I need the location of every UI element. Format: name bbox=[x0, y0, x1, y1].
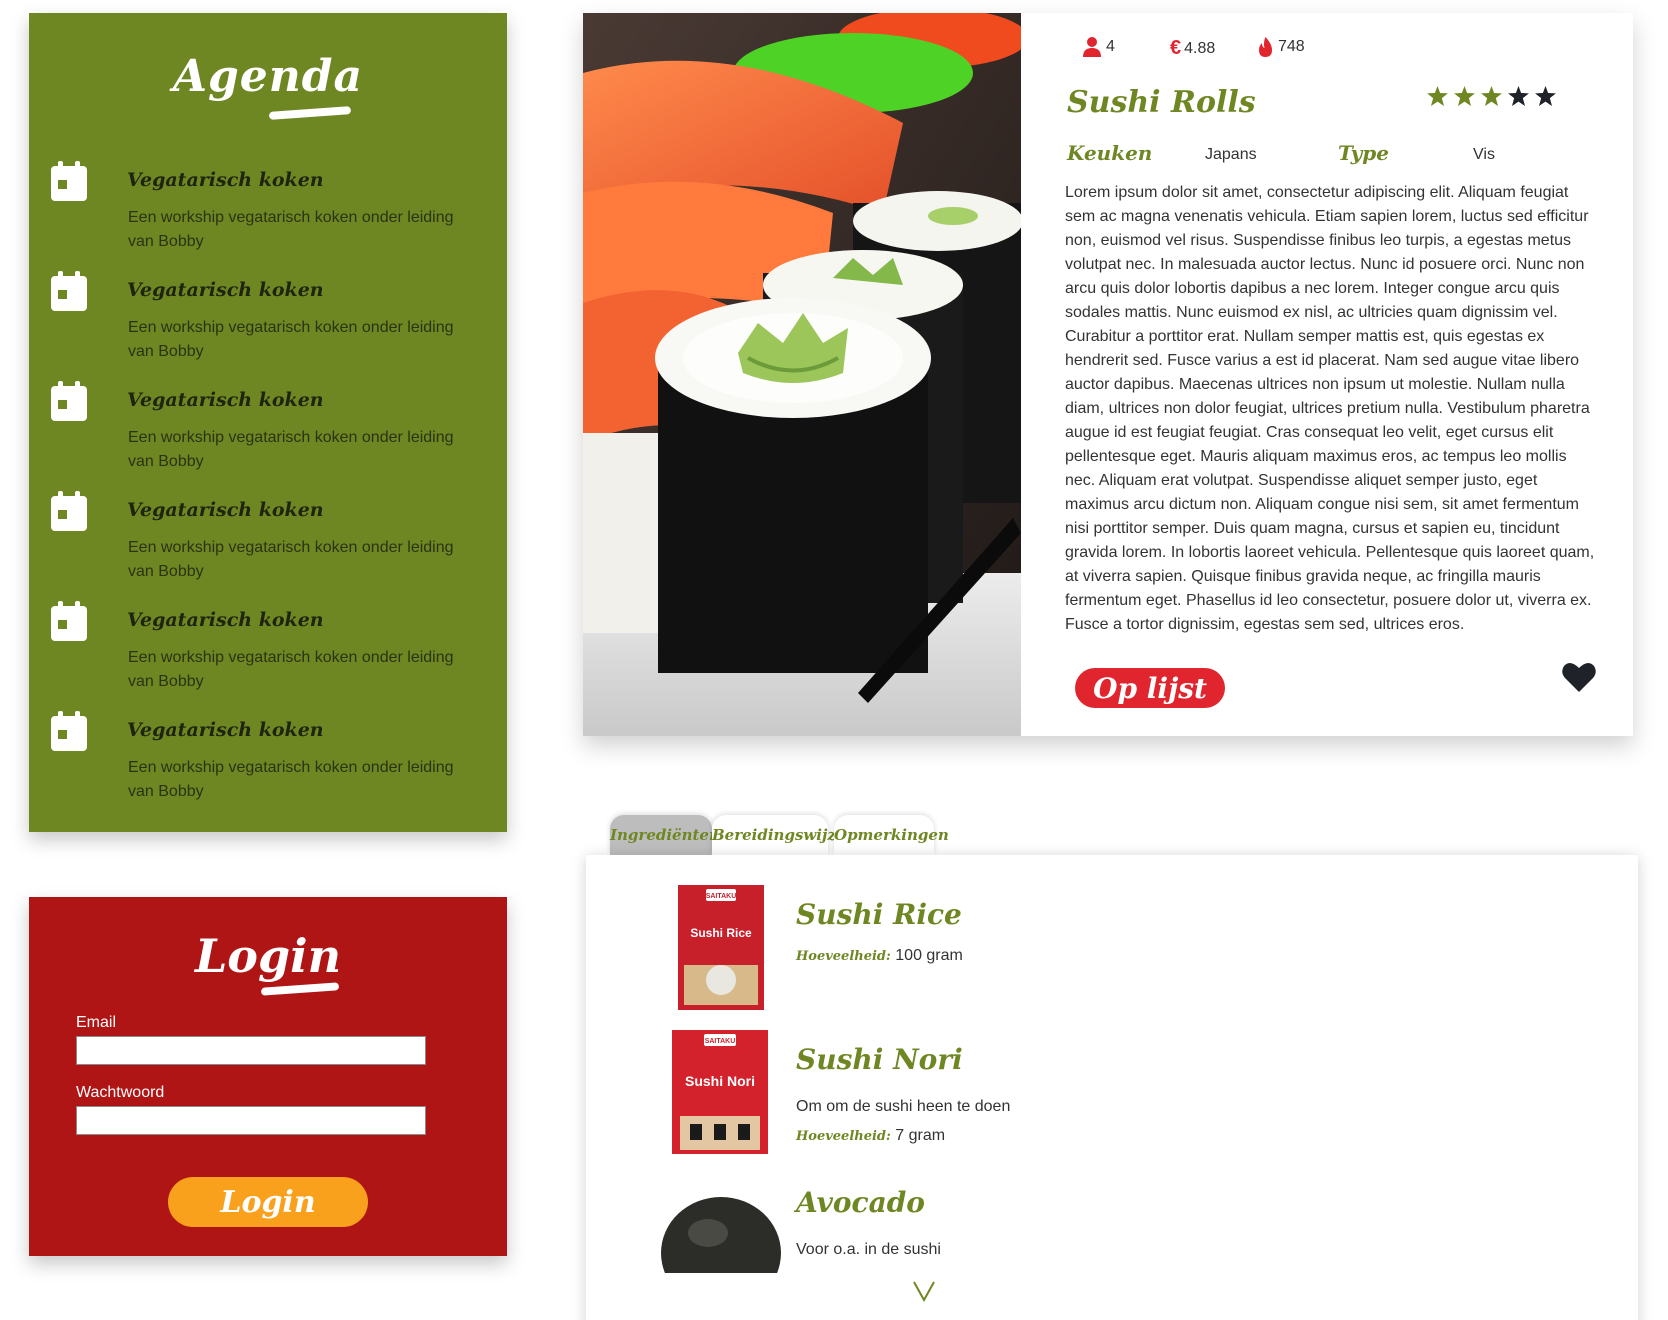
agenda-item-title: Vegatarisch koken bbox=[127, 499, 324, 521]
quantity-label: Hoeveelheid: bbox=[796, 949, 891, 964]
star-icon[interactable] bbox=[1427, 86, 1448, 106]
email-field[interactable] bbox=[76, 1036, 426, 1065]
sushi-photo bbox=[583, 13, 1021, 736]
sushi-rice-pack-image: SAITAKU Sushi Rice bbox=[678, 885, 764, 1010]
persons-value: 4 bbox=[1106, 38, 1115, 55]
password-field[interactable] bbox=[76, 1106, 426, 1135]
agenda-item[interactable]: Vegatarisch koken Een workship vegataris… bbox=[29, 161, 507, 261]
calendar-icon bbox=[51, 271, 87, 311]
pack-label: Sushi Rice bbox=[690, 926, 752, 940]
ingredient-name: Avocado bbox=[796, 1186, 925, 1219]
quantity-value: 7 gram bbox=[895, 1127, 946, 1144]
agenda-item-description: Een workship vegatarisch koken onder lei… bbox=[128, 209, 454, 250]
ingredients-panel: SAITAKU Sushi Rice Sushi Rice Hoeveelhei… bbox=[586, 855, 1638, 1320]
type-label: Type bbox=[1338, 141, 1390, 165]
star-icon[interactable] bbox=[1481, 86, 1502, 106]
agenda-item[interactable]: Vegatarisch koken Een workship vegataris… bbox=[29, 381, 507, 481]
ingredient-description: Voor o.a. in de sushi bbox=[796, 1241, 941, 1258]
recipe-title: Sushi Rolls bbox=[1067, 85, 1256, 120]
agenda-item[interactable]: Vegatarisch koken Een workship vegataris… bbox=[29, 491, 507, 591]
type-value: Vis bbox=[1473, 146, 1495, 163]
agenda-item-description: Een workship vegatarisch koken onder lei… bbox=[128, 429, 454, 470]
tab-bereidingswijze[interactable]: Bereidingswijze bbox=[712, 815, 846, 855]
agenda-item-description: Een workship vegatarisch koken onder lei… bbox=[128, 319, 454, 360]
calories-value: 748 bbox=[1278, 38, 1305, 55]
agenda-item-description: Een workship vegatarisch koken onder lei… bbox=[128, 759, 454, 800]
ingredient-quantity: Hoeveelheid: 100 gram bbox=[796, 947, 963, 965]
calendar-icon bbox=[51, 491, 87, 531]
calendar-icon bbox=[51, 711, 87, 751]
euro-icon: € bbox=[1170, 37, 1182, 59]
agenda-item[interactable]: Vegatarisch koken Een workship vegataris… bbox=[29, 601, 507, 701]
agenda-item-description: Een workship vegatarisch koken onder lei… bbox=[128, 539, 454, 580]
agenda-item-title: Vegatarisch koken bbox=[127, 389, 324, 411]
recipe-card: 4 € 4.88 748 Sushi Rolls Keuken Japans T… bbox=[583, 13, 1633, 736]
kitchen-label: Keuken bbox=[1067, 141, 1153, 165]
star-icon[interactable] bbox=[1454, 86, 1475, 106]
ingredient-name: Sushi Rice bbox=[796, 898, 962, 931]
login-panel: Login Email Wachtwoord Login bbox=[29, 897, 507, 1256]
pack-brand: SAITAKU bbox=[706, 893, 737, 900]
sushi-nori-pack-image: SAITAKU Sushi Nori bbox=[672, 1030, 768, 1154]
login-title: Login bbox=[194, 929, 342, 983]
avocado-image bbox=[661, 1197, 781, 1273]
quantity-value: 100 gram bbox=[895, 947, 963, 964]
recipe-description: Lorem ipsum dolor sit amet, consectetur … bbox=[1065, 184, 1595, 633]
password-label: Wachtwoord bbox=[76, 1084, 165, 1101]
tab-ingredienten[interactable]: Ingrediënten bbox=[610, 815, 720, 855]
persons-stat: 4 bbox=[1083, 37, 1115, 57]
ingredient-description: Om om de sushi heen te doen bbox=[796, 1098, 1011, 1115]
agenda-title-underline bbox=[268, 106, 352, 120]
agenda-item[interactable]: Vegatarisch koken Een workship vegataris… bbox=[29, 711, 507, 811]
agenda-item[interactable]: Vegatarisch koken Een workship vegataris… bbox=[29, 271, 507, 371]
agenda-item-title: Vegatarisch koken bbox=[127, 169, 324, 191]
agenda-item-title: Vegatarisch koken bbox=[127, 609, 324, 631]
calories-stat: 748 bbox=[1258, 37, 1305, 57]
pack-brand: SAITAKU bbox=[705, 1038, 736, 1045]
agenda-item-title: Vegatarisch koken bbox=[127, 719, 324, 741]
agenda-panel: Agenda Vegatarisch koken Een workship ve… bbox=[29, 13, 507, 832]
ingredient-name: Sushi Nori bbox=[796, 1043, 963, 1076]
chevron-down-icon[interactable] bbox=[912, 1280, 936, 1302]
person-icon bbox=[1083, 37, 1101, 57]
quantity-label: Hoeveelheid: bbox=[796, 1129, 891, 1144]
add-to-list-button[interactable]: Op lijst bbox=[1075, 668, 1225, 708]
flame-icon bbox=[1259, 37, 1272, 57]
agenda-title: Agenda bbox=[172, 51, 364, 102]
pack-label: Sushi Nori bbox=[685, 1073, 755, 1089]
login-title-underline bbox=[260, 982, 340, 996]
ingredient-quantity: Hoeveelheid: 7 gram bbox=[796, 1127, 945, 1145]
email-label: Email bbox=[76, 1014, 117, 1031]
price-value: 4.88 bbox=[1184, 39, 1216, 57]
agenda-item-title: Vegatarisch koken bbox=[127, 279, 324, 301]
star-icon[interactable] bbox=[1508, 86, 1529, 106]
login-button[interactable]: Login bbox=[168, 1177, 368, 1227]
kitchen-value: Japans bbox=[1205, 146, 1257, 163]
heart-icon[interactable] bbox=[1562, 661, 1596, 693]
star-icon[interactable] bbox=[1535, 86, 1556, 106]
price-stat: € 4.88 bbox=[1170, 37, 1215, 60]
rating-stars[interactable] bbox=[1427, 86, 1556, 106]
calendar-icon bbox=[51, 381, 87, 421]
tab-opmerkingen[interactable]: Opmerkingen bbox=[834, 815, 949, 855]
agenda-item-description: Een workship vegatarisch koken onder lei… bbox=[128, 649, 454, 690]
calendar-icon bbox=[51, 601, 87, 641]
calendar-icon bbox=[51, 161, 87, 201]
